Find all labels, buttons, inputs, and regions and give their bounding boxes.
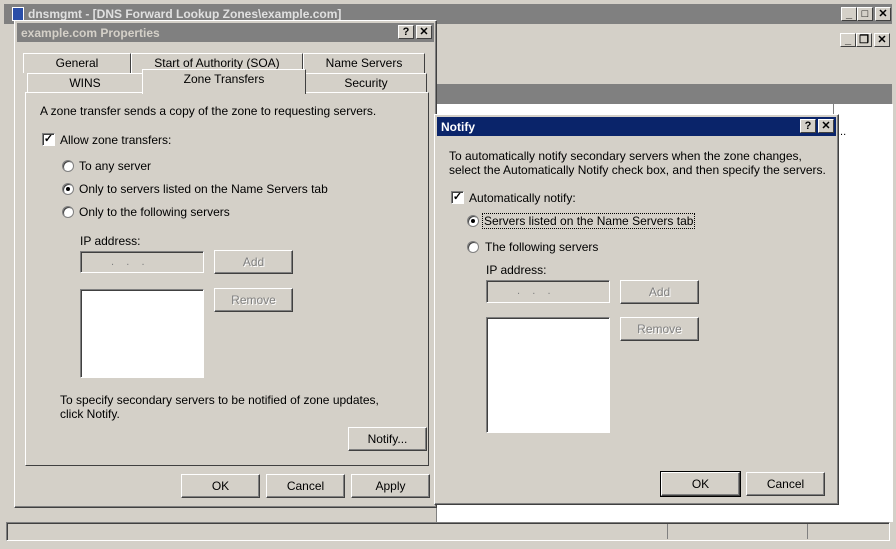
mdi-restore-button[interactable]: ❐ (856, 33, 872, 47)
mmc-title: dnsmgmt - [DNS Forward Lookup Zones\exam… (28, 7, 342, 21)
ip-address-label: IP address: (80, 234, 141, 248)
mmc-close-button[interactable]: ✕ (875, 7, 891, 21)
notify-cancel-button[interactable]: Cancel (746, 472, 825, 496)
properties-titlebar: example.com Properties (17, 23, 434, 42)
zone-properties-dialog: example.com Properties ? ✕ General Start… (14, 20, 437, 508)
tab-general[interactable]: General (23, 53, 131, 73)
auto-notify-checkbox[interactable]: ✓ (451, 191, 464, 204)
status-divider-1 (667, 524, 668, 539)
notify-ip-address-input[interactable]: . . . (486, 280, 610, 303)
tab-name-servers-label: Name Servers (325, 56, 403, 70)
radio-following-servers-label: Only to the following servers (79, 205, 230, 219)
cancel-button-label: Cancel (286, 479, 325, 493)
notify-add-button-label: Add (648, 285, 671, 299)
zone-transfers-page: A zone transfer sends a copy of the zone… (25, 92, 429, 466)
radio-name-servers-only-label: Only to servers listed on the Name Serve… (79, 182, 328, 196)
ok-button-label: OK (211, 479, 230, 493)
add-button-label: Add (242, 255, 265, 269)
notify-button[interactable]: Notify... (348, 427, 427, 451)
notify-intro: To automatically notify secondary server… (449, 149, 826, 177)
tab-soa-label: Start of Authority (SOA) (154, 56, 280, 70)
radio-following-servers[interactable] (62, 206, 74, 218)
mdi-minimize-button[interactable]: _ (840, 33, 856, 47)
zone-transfer-intro: A zone transfer sends a copy of the zone… (40, 104, 377, 118)
notify-servers-listbox[interactable] (486, 317, 610, 433)
mmc-maximize-button[interactable]: □ (857, 7, 873, 21)
cancel-button[interactable]: Cancel (266, 474, 345, 498)
notify-ok-button-label: OK (691, 477, 710, 491)
properties-title: example.com Properties (21, 26, 160, 40)
status-divider-2 (807, 524, 808, 539)
mmc-minimize-button[interactable]: _ (841, 7, 857, 21)
notify-title: Notify (441, 120, 475, 134)
notify-help-button[interactable]: ? (800, 119, 816, 133)
mdi-close-button[interactable]: ✕ (874, 33, 890, 47)
properties-help-button[interactable]: ? (398, 25, 414, 39)
notify-instructions: To specify secondary servers to be notif… (60, 393, 379, 421)
notify-add-button[interactable]: Add (620, 280, 699, 304)
servers-listbox[interactable] (80, 289, 204, 378)
mmc-column-header-bar (436, 84, 892, 104)
allow-transfers-checkbox[interactable]: ✓ (42, 133, 55, 146)
notify-cancel-button-label: Cancel (766, 477, 805, 491)
notify-remove-button-label: Remove (637, 322, 682, 336)
notify-radio-following[interactable] (467, 241, 479, 253)
notify-button-label: Notify... (367, 432, 408, 446)
radio-any-server[interactable] (62, 160, 74, 172)
ip-address-dots: . . . (111, 256, 145, 268)
notify-radio-following-label: The following servers (485, 240, 599, 254)
notify-close-button[interactable]: ✕ (818, 119, 834, 133)
properties-close-button[interactable]: ✕ (416, 25, 432, 39)
tab-name-servers[interactable]: Name Servers (303, 53, 425, 73)
apply-button-label: Apply (375, 479, 406, 493)
tab-zone-transfers-label: Zone Transfers (183, 72, 265, 86)
tab-general-label: General (55, 56, 99, 70)
tab-wins[interactable]: WINS (27, 73, 143, 93)
add-button[interactable]: Add (214, 250, 293, 274)
remove-button[interactable]: Remove (214, 288, 293, 312)
notify-radio-name-servers[interactable] (467, 215, 479, 227)
notify-remove-button[interactable]: Remove (620, 317, 699, 341)
tab-security[interactable]: Security (305, 73, 427, 93)
notify-titlebar: Notify (437, 117, 836, 136)
notify-ip-address-dots: . . . (517, 285, 551, 297)
radio-any-server-label: To any server (79, 159, 152, 173)
tab-security-label: Security (344, 76, 388, 90)
tab-wins-label: WINS (69, 76, 101, 90)
mmc-status-bar (6, 522, 890, 541)
notify-ip-address-label: IP address: (486, 263, 547, 277)
remove-button-label: Remove (231, 293, 276, 307)
ok-button[interactable]: OK (181, 474, 260, 498)
notify-dialog: Notify ? ✕ To automatically notify secon… (434, 114, 839, 505)
radio-name-servers-only[interactable] (62, 183, 74, 195)
ip-address-input[interactable]: . . . (80, 251, 204, 273)
allow-transfers-label: Allow zone transfers: (60, 133, 172, 147)
notify-ok-button[interactable]: OK (660, 471, 741, 497)
mmc-app-icon (12, 7, 24, 21)
auto-notify-label: Automatically notify: (469, 191, 576, 205)
tab-zone-transfers[interactable]: Zone Transfers (142, 69, 306, 94)
apply-button[interactable]: Apply (351, 474, 430, 498)
notify-radio-name-servers-label: Servers listed on the Name Servers tab (481, 213, 696, 229)
